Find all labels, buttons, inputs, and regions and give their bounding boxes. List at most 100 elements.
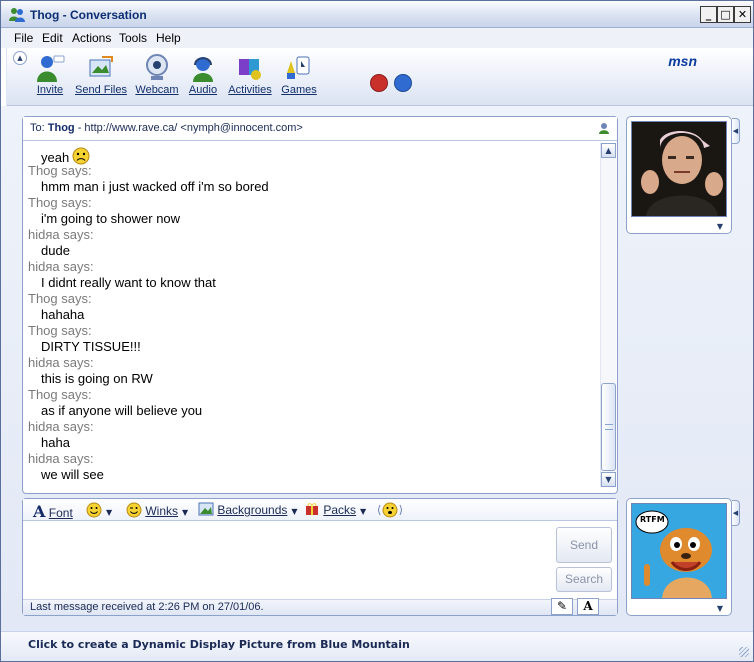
send-files-button[interactable]: Send Files xyxy=(75,53,127,101)
contact-picture-dropdown-icon[interactable]: ▼ xyxy=(717,222,723,231)
handwriting-tab-icon[interactable]: ✎ xyxy=(551,598,573,615)
hide-contact-picture-icon[interactable]: ◀ xyxy=(732,118,740,144)
bottom-bar: Click to create a Dynamic Display Pictur… xyxy=(1,631,753,661)
message-sender: hidяa says: xyxy=(28,451,601,467)
message-body: we will see xyxy=(41,467,104,482)
sender-label: hidяa says: xyxy=(28,451,94,466)
games-label: Games xyxy=(281,84,317,96)
emoticon-button[interactable]: ▼ xyxy=(86,502,112,518)
message-sender: hidяa says: xyxy=(28,355,601,371)
toolbar: ▲ Invite Send Files Webcam Audio Activit… xyxy=(1,48,753,106)
msn-buddy-icon xyxy=(9,8,25,22)
audio-button[interactable]: Audio xyxy=(178,53,228,101)
sender-label: hidяa says: xyxy=(28,259,94,274)
nudge-button[interactable] xyxy=(378,502,402,518)
minimize-button[interactable]: _ xyxy=(700,6,717,23)
contact-card-icon[interactable] xyxy=(597,121,611,135)
menu-edit[interactable]: Edit xyxy=(42,31,63,45)
message-text: yeah xyxy=(28,147,601,165)
activities-icon xyxy=(239,59,261,80)
menu-actions[interactable]: Actions xyxy=(72,31,111,45)
contact-photo-image xyxy=(632,122,726,216)
font-label: Font xyxy=(48,506,73,520)
hide-my-picture-icon[interactable]: ◀ xyxy=(732,500,740,526)
message-body: DIRTY TISSUE!!! xyxy=(41,339,141,354)
message-sender: Thog says: xyxy=(28,387,601,403)
contact-display-picture[interactable] xyxy=(631,121,727,217)
last-message-status: Last message received at 2:26 PM on 27/0… xyxy=(23,599,617,615)
font-icon: A xyxy=(33,502,46,521)
main-area: To: Thog - http://www.rave.ca/ <nymph@in… xyxy=(1,106,753,631)
scroll-thumb[interactable] xyxy=(601,383,616,471)
invite-label: Invite xyxy=(36,84,64,96)
scroll-grip-icon xyxy=(605,424,613,430)
message-history[interactable]: yeah Thog says: hmm man i just wacked off … xyxy=(23,142,601,487)
resize-grip-icon[interactable] xyxy=(739,647,749,657)
menu-tools[interactable]: Tools xyxy=(119,31,147,45)
message-body: hmm man i just wacked off i'm so bored xyxy=(41,179,269,194)
message-text: as if anyone will believe you xyxy=(28,403,601,419)
activities-button[interactable]: Activities xyxy=(225,53,275,101)
my-display-picture[interactable]: RTFM xyxy=(631,503,727,599)
search-button[interactable]: Search xyxy=(556,567,612,592)
title-bar[interactable]: Thog - Conversation _ □ ✕ xyxy=(1,1,753,28)
send-button[interactable]: Send xyxy=(556,527,612,563)
scroll-down-icon[interactable]: ▼ xyxy=(601,472,616,487)
message-sender: Thog says: xyxy=(28,163,601,179)
message-body: haha xyxy=(41,435,70,450)
history-scrollbar[interactable]: ▲ ▼ xyxy=(600,143,616,487)
backgrounds-label: Backgrounds xyxy=(217,503,288,517)
emoticon-dropdown-icon: ▼ xyxy=(106,508,113,517)
sender-label: Thog says: xyxy=(28,323,92,338)
close-button[interactable]: ✕ xyxy=(734,6,751,23)
sender-label: Thog says: xyxy=(28,163,92,178)
contact-display-picture-frame: ▼ xyxy=(626,116,732,234)
my-picture-dropdown-icon[interactable]: ▼ xyxy=(717,604,723,613)
packs-dropdown-icon: ▼ xyxy=(360,507,367,516)
change-background-icon[interactable] xyxy=(394,74,412,92)
message-text: DIRTY TISSUE!!! xyxy=(28,339,601,355)
invite-button[interactable]: Invite xyxy=(25,53,75,101)
backgrounds-dropdown-icon: ▼ xyxy=(291,507,298,516)
nudge-icon xyxy=(378,502,402,518)
message-text: i'm going to shower now xyxy=(28,211,601,227)
message-sender: hidяa says: xyxy=(28,259,601,275)
packs-button[interactable]: Packs ▼ xyxy=(304,502,366,517)
menu-file[interactable]: File xyxy=(14,31,33,45)
message-body: i'm going to shower now xyxy=(41,211,181,226)
block-icon[interactable] xyxy=(370,74,388,92)
dynamic-display-picture-link[interactable]: Click to create a Dynamic Display Pictur… xyxy=(28,638,410,651)
to-prefix: To: xyxy=(30,122,45,134)
message-body: this is going on RW xyxy=(41,371,153,386)
message-body: dude xyxy=(41,243,70,258)
to-bar: To: Thog - http://www.rave.ca/ <nymph@in… xyxy=(23,117,617,141)
message-text: we will see xyxy=(28,467,601,483)
contact-name[interactable]: Thog xyxy=(48,122,75,134)
my-display-picture-frame: RTFM ▼ xyxy=(626,498,732,616)
audio-icon xyxy=(193,57,213,82)
scroll-up-icon[interactable]: ▲ xyxy=(601,143,616,158)
message-input[interactable] xyxy=(23,522,551,598)
font-button[interactable]: A Font xyxy=(33,502,73,521)
menu-help[interactable]: Help xyxy=(156,31,181,45)
games-button[interactable]: Games xyxy=(274,53,324,101)
message-text: I didnt really want to know that xyxy=(28,275,601,291)
webcam-label: Webcam xyxy=(135,84,179,96)
winks-label: Winks xyxy=(145,504,179,518)
backgrounds-button[interactable]: Backgrounds ▼ xyxy=(198,502,298,517)
maximize-button[interactable]: □ xyxy=(717,6,734,23)
conversation-panel: To: Thog - http://www.rave.ca/ <nymph@in… xyxy=(22,116,618,494)
message-body: as if anyone will believe you xyxy=(41,403,203,418)
webcam-button[interactable]: Webcam xyxy=(132,53,182,101)
webcam-icon xyxy=(146,54,168,80)
sender-label: hidяa says: xyxy=(28,227,94,242)
audio-label: Audio xyxy=(188,84,218,96)
message-text: hmm man i just wacked off i'm so bored xyxy=(28,179,601,195)
winks-button[interactable]: Winks ▼ xyxy=(126,502,188,518)
message-sender: Thog says: xyxy=(28,291,601,307)
contact-details: - http://www.rave.ca/ <nymph@innocent.co… xyxy=(74,122,303,134)
type-tab-icon[interactable]: A xyxy=(577,598,599,615)
rtfm-caption: RTFM xyxy=(640,515,665,524)
message-text: this is going on RW xyxy=(28,371,601,387)
compose-panel: A Font ▼ Winks ▼ Backgrounds ▼ Packs ▼ S… xyxy=(22,498,618,616)
